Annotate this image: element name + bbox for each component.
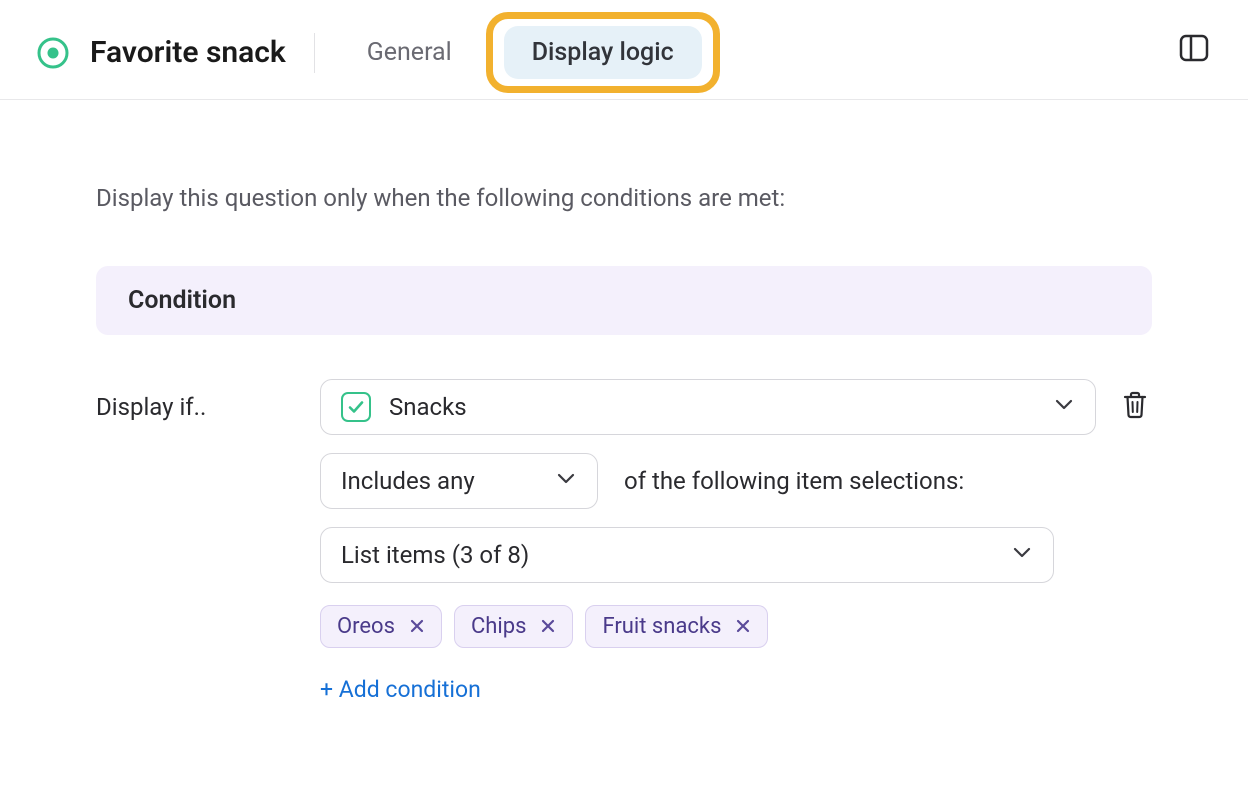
tags-row: Oreos Chips Fruit snacks — [320, 605, 1152, 648]
field-select-value: Snacks — [389, 393, 467, 421]
header: Favorite snack General Display logic — [0, 0, 1248, 100]
tab-display-logic-wrap: Display logic — [504, 26, 702, 79]
divider — [314, 33, 315, 73]
controls-col: Snacks — [320, 379, 1152, 703]
close-icon[interactable] — [540, 617, 556, 637]
tag-label: Fruit snacks — [602, 614, 721, 639]
condition-header: Condition — [96, 266, 1152, 335]
trash-icon — [1121, 390, 1149, 424]
window: Favorite snack General Display logic Dis… — [0, 0, 1248, 800]
operator-select[interactable]: Includes any — [320, 453, 598, 509]
tabs: General Display logic — [343, 26, 702, 79]
tag-item: Oreos — [320, 605, 442, 648]
tag-item: Fruit snacks — [585, 605, 768, 648]
main: Display this question only when the foll… — [0, 100, 1248, 703]
tab-display-logic[interactable]: Display logic — [504, 26, 702, 79]
panel-icon — [1177, 31, 1211, 69]
delete-condition-button[interactable] — [1118, 390, 1152, 424]
panel-toggle-button[interactable] — [1176, 32, 1212, 68]
add-condition-link[interactable]: + Add condition — [320, 676, 1152, 703]
operator-select-value: Includes any — [341, 467, 475, 495]
chevron-down-icon — [1053, 393, 1075, 421]
tab-general[interactable]: General — [343, 28, 476, 77]
operator-suffix-text: of the following item selections: — [624, 467, 964, 495]
field-select[interactable]: Snacks — [320, 379, 1096, 435]
close-icon[interactable] — [735, 617, 751, 637]
checkbox-icon — [341, 392, 371, 422]
tag-label: Chips — [471, 614, 527, 639]
items-select-value: List items (3 of 8) — [341, 541, 529, 569]
field-row: Snacks — [320, 379, 1152, 435]
display-if-label: Display if.. — [96, 379, 320, 421]
radio-icon — [36, 36, 70, 70]
page-title: Favorite snack — [90, 35, 286, 70]
tag-label: Oreos — [337, 614, 395, 639]
close-icon[interactable] — [409, 617, 425, 637]
items-select[interactable]: List items (3 of 8) — [320, 527, 1054, 583]
tag-item: Chips — [454, 605, 574, 648]
operator-row: Includes any of the following item selec… — [320, 453, 1152, 509]
chevron-down-icon — [555, 467, 577, 495]
chevron-down-icon — [1011, 541, 1033, 569]
field-select-left: Snacks — [341, 392, 467, 422]
condition-row: Display if.. Snacks — [96, 379, 1152, 703]
intro-text: Display this question only when the foll… — [96, 184, 1152, 212]
title-group: Favorite snack — [36, 35, 286, 70]
